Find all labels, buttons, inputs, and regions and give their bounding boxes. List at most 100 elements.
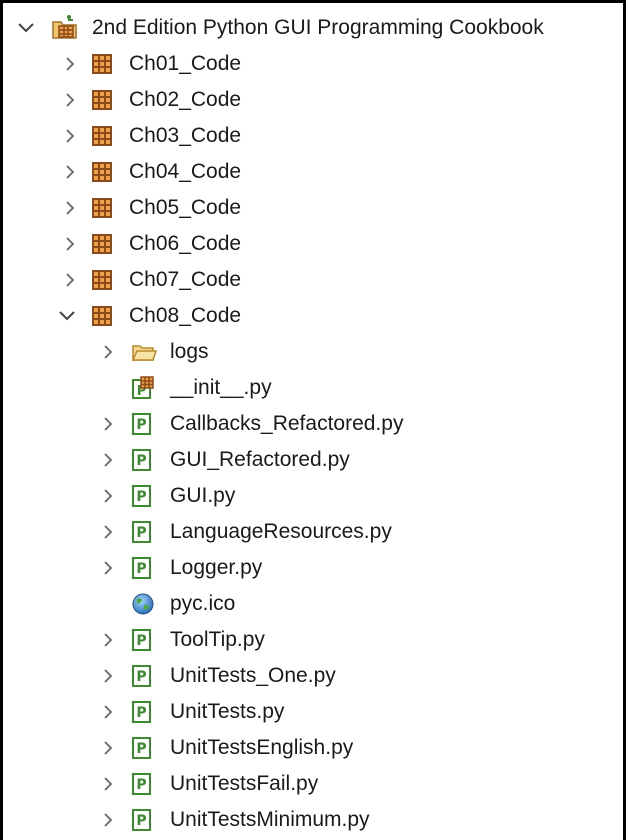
svg-text:P: P <box>136 561 146 577</box>
chevron-right-icon[interactable] <box>60 270 80 290</box>
package-icon <box>91 305 115 329</box>
svg-text:P: P <box>136 489 146 505</box>
tree-item-file[interactable]: P Callbacks_Refactored.py <box>3 406 623 442</box>
python-file-icon: P <box>131 700 155 724</box>
tree-item-label: ToolTip.py <box>170 628 265 651</box>
tree-item-label: LanguageResources.py <box>170 520 392 543</box>
tree-item-ch08-code[interactable]: Ch08_Code <box>3 298 623 334</box>
svg-text:P: P <box>136 417 146 433</box>
tree-item-label: Ch07_Code <box>129 268 242 291</box>
package-icon <box>91 233 115 257</box>
tree-item-label: Callbacks_Refactored.py <box>170 412 404 435</box>
python-file-icon: P <box>131 808 155 832</box>
tree-item-file[interactable]: P LanguageResources.py <box>3 514 623 550</box>
folder-icon <box>131 341 157 365</box>
chevron-right-icon[interactable] <box>60 90 80 110</box>
tree-item-file[interactable]: P UnitTestsEnglish.py <box>3 730 623 766</box>
tree-item-ch03-code[interactable]: Ch03_Code <box>3 118 623 154</box>
svg-text:P: P <box>136 705 146 721</box>
tree-item-label: UnitTestsEnglish.py <box>170 736 354 759</box>
tree-item-file[interactable]: P Logger.py <box>3 550 623 586</box>
python-project-icon <box>51 14 77 39</box>
tree-item-label: Ch04_Code <box>129 160 242 183</box>
package-icon <box>91 161 115 185</box>
chevron-right-icon[interactable] <box>60 162 80 182</box>
svg-text:P: P <box>136 777 146 793</box>
tree-item-ch01-code[interactable]: Ch01_Code <box>3 46 623 82</box>
chevron-right-icon[interactable] <box>98 414 118 434</box>
tree-item-ch07-code[interactable]: Ch07_Code <box>3 262 623 298</box>
tree-item-file[interactable]: P GUI_Refactored.py <box>3 442 623 478</box>
tree-item-label: logs <box>170 340 209 363</box>
svg-text:P: P <box>136 453 146 469</box>
python-file-icon: P <box>131 448 155 472</box>
tree-item-label: Ch01_Code <box>129 52 242 75</box>
package-icon <box>91 125 115 149</box>
tree-item-label: GUI.py <box>170 484 236 507</box>
tree-item-file[interactable]: P ToolTip.py <box>3 622 623 658</box>
tree-item-label: UnitTests_One.py <box>170 664 336 687</box>
svg-text:P: P <box>136 813 146 829</box>
python-file-icon: P <box>131 664 155 688</box>
chevron-right-icon[interactable] <box>98 342 118 362</box>
chevron-right-icon[interactable] <box>98 702 118 722</box>
package-icon <box>91 197 115 221</box>
tree-item-file[interactable]: P UnitTestsMinimum.py <box>3 802 623 838</box>
chevron-right-icon[interactable] <box>60 126 80 146</box>
tree-item-file[interactable]: pyc.ico <box>3 586 623 622</box>
chevron-right-icon[interactable] <box>98 738 118 758</box>
svg-text:P: P <box>136 669 146 685</box>
tree-item-label: Ch02_Code <box>129 88 242 111</box>
python-file-icon: P <box>131 772 155 796</box>
tree-item-label: 2nd Edition Python GUI Programming Cookb… <box>92 16 544 39</box>
tree-item-file[interactable]: P UnitTestsFail.py <box>3 766 623 802</box>
tree-item-label: Ch05_Code <box>129 196 242 219</box>
tree-item-label: Ch08_Code <box>129 304 242 327</box>
chevron-down-icon[interactable] <box>57 306 77 326</box>
package-icon <box>91 269 115 293</box>
python-file-icon: P <box>131 484 155 508</box>
init-python-file-icon: P <box>131 376 155 400</box>
tree-item-ch06-code[interactable]: Ch06_Code <box>3 226 623 262</box>
python-file-icon: P <box>131 520 155 544</box>
chevron-right-icon[interactable] <box>98 486 118 506</box>
chevron-right-icon[interactable] <box>98 450 118 470</box>
chevron-right-icon[interactable] <box>98 522 118 542</box>
tree-item-ch02-code[interactable]: Ch02_Code <box>3 82 623 118</box>
tree-item-label: UnitTests.py <box>170 700 285 723</box>
tree-item-file[interactable]: logs <box>3 334 623 370</box>
chevron-right-icon[interactable] <box>98 774 118 794</box>
svg-text:P: P <box>136 633 146 649</box>
svg-text:P: P <box>136 741 146 757</box>
tree-item-file[interactable]: P UnitTests_One.py <box>3 658 623 694</box>
tree-item-label: Ch03_Code <box>129 124 242 147</box>
tree-item-label: UnitTestsFail.py <box>170 772 319 795</box>
chevron-right-icon[interactable] <box>98 666 118 686</box>
python-file-icon: P <box>131 412 155 436</box>
chevron-right-icon[interactable] <box>98 558 118 578</box>
package-icon <box>91 89 115 113</box>
tree-item-label: __init__.py <box>170 376 272 399</box>
tree-item-label: Ch06_Code <box>129 232 242 255</box>
chevron-right-icon[interactable] <box>60 54 80 74</box>
tree-item-ch04-code[interactable]: Ch04_Code <box>3 154 623 190</box>
globe-icon <box>131 592 155 616</box>
chevron-right-icon[interactable] <box>60 198 80 218</box>
tree-item-project-root[interactable]: 2nd Edition Python GUI Programming Cookb… <box>3 10 623 46</box>
chevron-right-icon[interactable] <box>98 810 118 830</box>
tree-item-file[interactable]: P __init__.py <box>3 370 623 406</box>
tree-item-file[interactable]: P UnitTests.py <box>3 694 623 730</box>
tree-item-label: UnitTestsMinimum.py <box>170 808 370 831</box>
tree-item-label: GUI_Refactored.py <box>170 448 350 471</box>
tree-item-label: pyc.ico <box>170 592 236 615</box>
python-file-icon: P <box>131 628 155 652</box>
project-explorer-panel: 2nd Edition Python GUI Programming Cookb… <box>0 0 626 840</box>
tree-item-label: Logger.py <box>170 556 263 579</box>
package-icon <box>91 53 115 77</box>
tree-item-ch05-code[interactable]: Ch05_Code <box>3 190 623 226</box>
tree-item-file[interactable]: P GUI.py <box>3 478 623 514</box>
chevron-right-icon[interactable] <box>60 234 80 254</box>
python-file-icon: P <box>131 556 155 580</box>
chevron-right-icon[interactable] <box>98 630 118 650</box>
chevron-down-icon[interactable] <box>16 18 36 38</box>
